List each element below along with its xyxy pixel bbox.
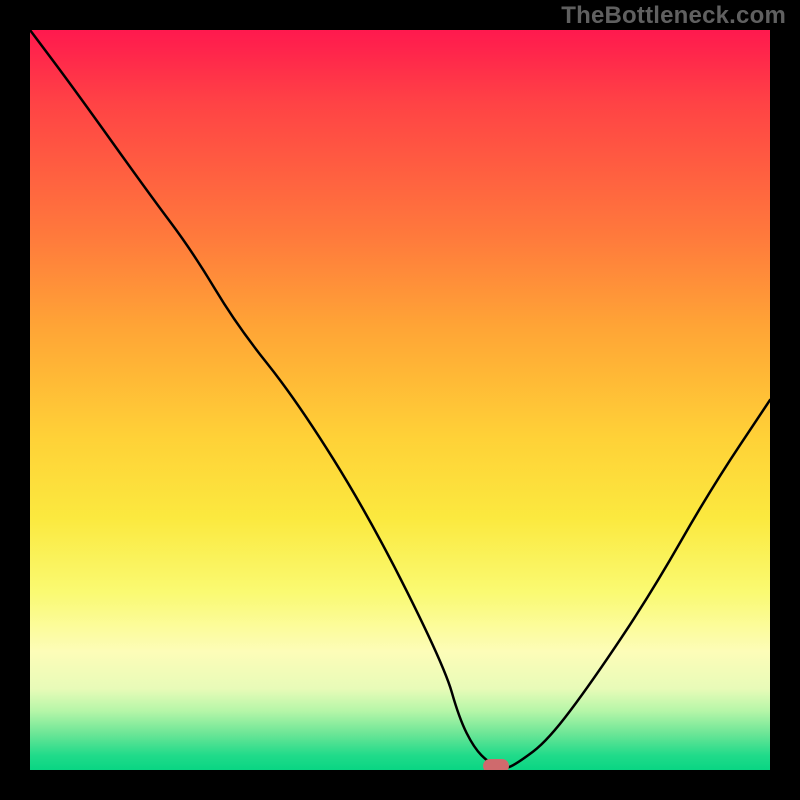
chart-frame: TheBottleneck.com: [0, 0, 800, 800]
bottleneck-curve: [30, 30, 770, 770]
watermark-text: TheBottleneck.com: [561, 2, 786, 30]
plot-area: [30, 30, 770, 770]
optimal-point-marker: [483, 759, 509, 770]
